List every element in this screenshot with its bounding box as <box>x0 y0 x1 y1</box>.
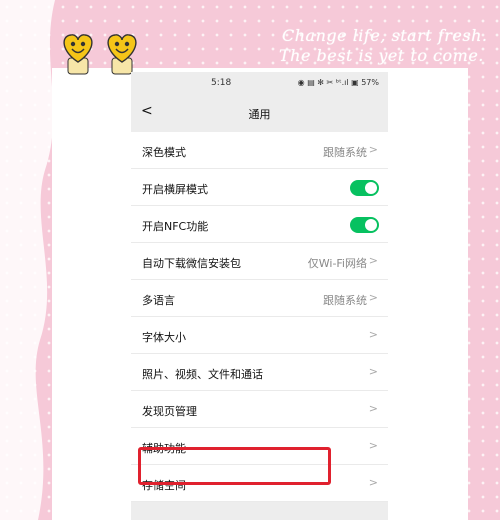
row-language[interactable]: 多语言 跟随系统 > <box>131 280 388 317</box>
landscape-toggle[interactable] <box>350 180 379 196</box>
row-label: 照片、视频、文件和通话 <box>142 368 263 381</box>
nfc-toggle[interactable] <box>350 217 379 233</box>
chevron-right-icon: > <box>368 439 378 452</box>
storage-highlight-box <box>138 447 331 485</box>
status-time: 5:18 <box>211 78 232 88</box>
chevron-right-icon: > <box>368 328 378 341</box>
chevron-right-icon: > <box>368 476 378 489</box>
smiley-sticker <box>63 34 137 75</box>
smiley-face-left <box>63 34 93 75</box>
row-value: 仅Wi-Fi网络 <box>307 257 367 270</box>
row-font-size[interactable]: 字体大小 > <box>131 317 388 354</box>
page-title: 通用 <box>248 108 271 121</box>
smiley-face-right <box>107 34 137 75</box>
chevron-right-icon: > <box>368 365 378 378</box>
toggle-knob <box>365 182 377 194</box>
row-media-calls[interactable]: 照片、视频、文件和通话 > <box>131 354 388 391</box>
status-bar: 5:18 ◉ ▤ ✻ ✂ ᵇᵗ.ıl ▣ 57% <box>131 72 388 96</box>
banner-line-2: The best is yet to come. <box>279 46 484 65</box>
row-label: 发现页管理 <box>142 405 197 418</box>
row-label: 开启NFC功能 <box>142 220 209 233</box>
status-icons: ◉ ▤ ✻ ✂ ᵇᵗ.ıl ▣ 57% <box>297 78 379 87</box>
chevron-right-icon: > <box>368 254 378 267</box>
row-nfc: 开启NFC功能 <box>131 206 388 243</box>
banner-line-1: Change life, start fresh. <box>282 26 488 45</box>
row-landscape-mode: 开启横屏模式 <box>131 169 388 206</box>
chevron-right-icon: > <box>368 402 378 415</box>
row-label: 深色模式 <box>142 146 186 159</box>
row-auto-download[interactable]: 自动下载微信安装包 仅Wi-Fi网络 > <box>131 243 388 280</box>
row-dark-mode[interactable]: 深色模式 跟随系统 > <box>131 132 388 169</box>
nav-bar: < 通用 <box>131 96 388 132</box>
chevron-right-icon: > <box>368 291 378 304</box>
row-label: 开启横屏模式 <box>142 183 208 196</box>
chevron-right-icon: > <box>368 143 378 156</box>
row-value: 跟随系统 <box>323 294 367 307</box>
row-label: 字体大小 <box>142 331 186 344</box>
row-value: 跟随系统 <box>323 146 367 159</box>
row-label: 多语言 <box>142 294 175 307</box>
row-discover-manage[interactable]: 发现页管理 > <box>131 391 388 428</box>
toggle-knob <box>365 219 377 231</box>
row-label: 自动下载微信安装包 <box>142 257 241 270</box>
